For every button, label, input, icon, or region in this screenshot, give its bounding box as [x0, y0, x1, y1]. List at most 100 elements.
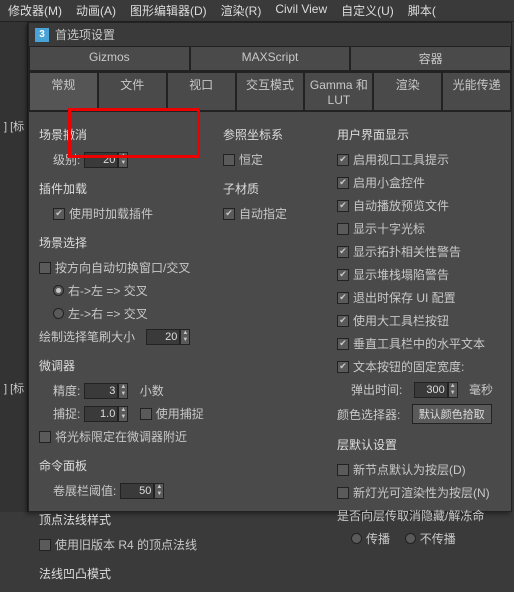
- c4-label: 显示十字光标: [353, 220, 425, 237]
- c1-check[interactable]: [337, 154, 349, 166]
- tabs-row-1: Gizmos MAXScript 容器: [29, 46, 511, 72]
- c6-check[interactable]: [337, 269, 349, 281]
- constant-check[interactable]: [223, 154, 235, 166]
- c8-label: 使用大工具栏按钮: [353, 312, 449, 329]
- app-icon: 3: [35, 28, 49, 42]
- rollout-thresh-label: 卷展栏阈值:: [53, 482, 116, 499]
- menu-item[interactable]: 图形编辑器(D): [130, 2, 207, 19]
- menu-item[interactable]: Civil View: [275, 2, 327, 19]
- c4-check[interactable]: [337, 223, 349, 235]
- plugin-load-check[interactable]: [53, 208, 65, 220]
- undo-level-label: 级别:: [53, 151, 80, 168]
- paint-brush-spinner[interactable]: ▲▼: [146, 329, 190, 345]
- wrap-cursor-check[interactable]: [39, 431, 51, 443]
- c3-label: 自动播放预览文件: [353, 197, 449, 214]
- propagate-radio[interactable]: [351, 533, 362, 544]
- snap-spinner[interactable]: ▲▼: [84, 406, 128, 422]
- menu-item[interactable]: 修改器(M): [8, 2, 62, 19]
- viewport-label: ] [标: [4, 118, 24, 134]
- group-ui-display: 用户界面显示: [337, 126, 501, 143]
- group-scene-select: 场景选择: [39, 234, 209, 251]
- auto-window-cross-check[interactable]: [39, 262, 51, 274]
- tab-viewport[interactable]: 视口: [167, 72, 236, 111]
- ltr-radio[interactable]: [53, 308, 64, 319]
- new-light-layer-label: 新灯光可渲染性为按层(N): [353, 484, 490, 501]
- c10-check[interactable]: [337, 361, 349, 373]
- c9-label: 垂直工具栏中的水平文本: [353, 335, 485, 352]
- flyout-label: 弹出时间:: [351, 381, 402, 398]
- tab-render[interactable]: 渲染: [373, 72, 442, 111]
- new-node-layer-label: 新节点默认为按层(D): [353, 461, 466, 478]
- tab-gizmos[interactable]: Gizmos: [29, 46, 190, 71]
- paint-brush-label: 绘制选择笔刷大小: [39, 328, 135, 345]
- tab-maxscript[interactable]: MAXScript: [190, 46, 351, 71]
- c7-label: 退出时保存 UI 配置: [353, 289, 456, 306]
- preferences-dialog: 3 首选项设置 Gizmos MAXScript 容器 常规 文件 视口 交互模…: [28, 22, 512, 512]
- group-plugin-load: 插件加载: [39, 180, 209, 197]
- color-selector-label: 颜色选择器:: [337, 406, 400, 423]
- new-node-layer-check[interactable]: [337, 464, 349, 476]
- c5-check[interactable]: [337, 246, 349, 258]
- c2-label: 启用小盒控件: [353, 174, 425, 191]
- c1-label: 启用视口工具提示: [353, 151, 449, 168]
- auto-assign-label: 自动指定: [239, 205, 287, 222]
- tab-general[interactable]: 常规: [29, 72, 98, 111]
- c6-label: 显示堆栈塌陷警告: [353, 266, 449, 283]
- rtl-label: 右->左 => 交叉: [68, 282, 148, 299]
- group-spinners: 微调器: [39, 357, 209, 374]
- rtl-radio[interactable]: [53, 285, 64, 296]
- menu-item[interactable]: 渲染(R): [221, 2, 262, 19]
- group-normal-bump: 法线凹凸模式: [39, 565, 209, 582]
- color-selector-button[interactable]: 默认颜色拾取: [412, 404, 492, 424]
- window-title: 首选项设置: [55, 26, 115, 43]
- group-command-panel: 命令面板: [39, 457, 209, 474]
- group-submtl: 子材质: [223, 180, 323, 197]
- c7-check[interactable]: [337, 292, 349, 304]
- use-snap-check[interactable]: [140, 408, 152, 420]
- group-ref-coord: 参照坐标系: [223, 126, 323, 143]
- rollout-thresh-spinner[interactable]: ▲▼: [120, 483, 164, 499]
- no-propagate-radio[interactable]: [405, 533, 416, 544]
- c5-label: 显示拓扑相关性警告: [353, 243, 461, 260]
- flyout-spinner[interactable]: ▲▼: [414, 382, 458, 398]
- legacy-r4-label: 使用旧版本 R4 的顶点法线: [55, 536, 197, 553]
- constant-label: 恒定: [239, 151, 263, 168]
- use-snap-label: 使用捕捉: [156, 405, 204, 422]
- plugin-load-label: 使用时加载插件: [69, 205, 153, 222]
- tab-container[interactable]: 容器: [350, 46, 511, 71]
- tab-radiosity[interactable]: 光能传递: [442, 72, 511, 111]
- tab-files[interactable]: 文件: [98, 72, 167, 111]
- menu-item[interactable]: 动画(A): [76, 2, 116, 19]
- auto-window-cross-label: 按方向自动切换窗口/交叉: [55, 259, 190, 276]
- precision-label: 精度:: [53, 382, 80, 399]
- c3-check[interactable]: [337, 200, 349, 212]
- main-menubar: 修改器(M) 动画(A) 图形编辑器(D) 渲染(R) Civil View 自…: [0, 0, 514, 22]
- undo-level-spinner[interactable]: ▲▼: [84, 152, 128, 168]
- flyout-unit: 毫秒: [469, 381, 493, 398]
- menu-item[interactable]: 脚本(: [408, 2, 436, 19]
- tab-gamma[interactable]: Gamma 和 LUT: [304, 72, 373, 111]
- snap-label: 捕捉:: [53, 405, 80, 422]
- menu-item[interactable]: 自定义(U): [341, 2, 394, 19]
- precision-unit: 小数: [140, 382, 164, 399]
- titlebar[interactable]: 3 首选项设置: [29, 23, 511, 46]
- propagate-opt-label: 传播: [366, 530, 390, 547]
- auto-assign-check[interactable]: [223, 208, 235, 220]
- tab-interaction[interactable]: 交互模式: [236, 72, 305, 111]
- new-light-layer-check[interactable]: [337, 487, 349, 499]
- propagate-label: 是否向层传取消隐藏/解冻命: [337, 507, 484, 524]
- c2-check[interactable]: [337, 177, 349, 189]
- viewport-edge: ] [标 ] [标: [0, 22, 28, 512]
- tabs-row-2: 常规 文件 视口 交互模式 Gamma 和 LUT 渲染 光能传递: [29, 72, 511, 112]
- c8-check[interactable]: [337, 315, 349, 327]
- c10-label: 文本按钮的固定宽度:: [353, 358, 464, 375]
- group-scene-undo: 场景撤消: [39, 126, 209, 143]
- group-layer-defaults: 层默认设置: [337, 436, 501, 453]
- precision-spinner[interactable]: ▲▼: [84, 383, 128, 399]
- no-propagate-opt-label: 不传播: [420, 530, 456, 547]
- viewport-label: ] [标: [4, 380, 24, 396]
- legacy-r4-check[interactable]: [39, 539, 51, 551]
- c9-check[interactable]: [337, 338, 349, 350]
- wrap-cursor-label: 将光标限定在微调器附近: [55, 428, 187, 445]
- ltr-label: 左->右 => 交叉: [68, 305, 148, 322]
